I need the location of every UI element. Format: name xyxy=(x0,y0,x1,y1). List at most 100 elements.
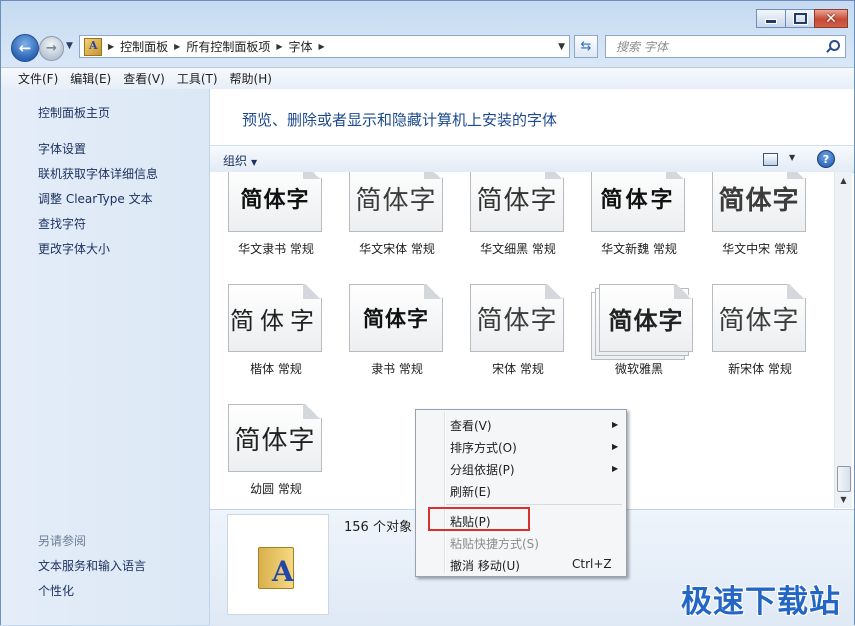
ctx-view[interactable]: 查看(V) xyxy=(450,417,492,434)
search-icon[interactable] xyxy=(825,39,840,54)
font-tile-youyuan[interactable]: 简体字 幼圆 常规 xyxy=(228,404,324,496)
font-sample: 简体字 xyxy=(476,185,558,216)
page-fold xyxy=(666,172,685,179)
font-name: 楷体 常规 xyxy=(250,362,302,376)
task-get-font-info-online[interactable]: 联机获取字体详细信息 xyxy=(38,165,158,182)
menu-edit[interactable]: 编辑(E) xyxy=(64,70,117,87)
help-icon[interactable]: ? xyxy=(817,150,835,168)
breadcrumb-chevron-icon[interactable]: ▶ xyxy=(276,42,282,51)
menu-separator xyxy=(446,504,622,505)
font-name: 华文细黑 常规 xyxy=(480,242,556,256)
task-find-character[interactable]: 查找字符 xyxy=(38,215,86,232)
font-tile-microsoft-yahei[interactable]: 简体字 微软雅黑 xyxy=(591,284,693,376)
address-bar[interactable]: ▶ 控制面板 ▶ 所有控制面板项 ▶ 字体 ▶ ▼ xyxy=(79,35,570,58)
forward-button[interactable]: → xyxy=(39,36,64,61)
scroll-up-icon[interactable]: ▲ xyxy=(835,172,852,189)
font-name: 华文隶书 常规 xyxy=(238,242,314,256)
menu-file[interactable]: 文件(F) xyxy=(12,70,64,87)
scroll-thumb[interactable] xyxy=(837,466,851,492)
change-view-icon[interactable] xyxy=(763,153,778,166)
font-sample: 简体字 xyxy=(363,307,429,331)
page-fold xyxy=(424,172,443,179)
font-sample: 简体字 xyxy=(600,188,676,213)
ctx-sort-by[interactable]: 排序方式(O) xyxy=(450,439,517,456)
page-fold xyxy=(303,172,322,179)
address-dropdown-icon[interactable]: ▼ xyxy=(558,42,565,52)
font-name: 宋体 常规 xyxy=(492,362,544,376)
font-name: 新宋体 常规 xyxy=(728,362,792,376)
page-fold xyxy=(545,172,564,179)
minimize-icon xyxy=(765,19,777,24)
menu-tools[interactable]: 工具(T) xyxy=(171,70,224,87)
ctx-refresh[interactable]: 刷新(E) xyxy=(450,483,491,500)
page-fold xyxy=(545,284,564,299)
minimize-button[interactable] xyxy=(756,9,786,28)
font-preview: 简体字 xyxy=(228,172,322,232)
ctx-group-by[interactable]: 分组依据(P) xyxy=(450,461,515,478)
view-options-dropdown-icon[interactable]: ▼ xyxy=(789,153,795,162)
breadcrumb-control-panel[interactable]: 控制面板 xyxy=(120,38,168,55)
font-sample: 简体字 xyxy=(718,305,800,336)
font-sample: 简体字 xyxy=(230,306,320,335)
breadcrumb-chevron-icon[interactable]: ▶ xyxy=(319,42,325,51)
font-name: 隶书 常规 xyxy=(371,362,423,376)
vertical-scrollbar[interactable]: ▲ ▼ xyxy=(834,172,852,508)
font-tile-stsong[interactable]: 简体字 华文宋体 常规 xyxy=(349,172,445,256)
refresh-button[interactable]: ⇆ xyxy=(574,35,598,58)
menu-bar: 文件(F) 编辑(E) 查看(V) 工具(T) 帮助(H) xyxy=(1,67,854,90)
font-sample: 简体字 xyxy=(234,425,316,456)
see-also-heading: 另请参阅 xyxy=(38,534,87,548)
page-fold xyxy=(424,284,443,299)
task-control-panel-home[interactable]: 控制面板主页 xyxy=(38,104,110,121)
menu-view[interactable]: 查看(V) xyxy=(117,70,171,87)
font-preview: 简体字 xyxy=(470,172,564,232)
command-bar: 组织 ▼ ▼ ? xyxy=(210,145,854,173)
font-tile-kaiti[interactable]: 简体字 楷体 常规 xyxy=(228,284,324,376)
font-name: 微软雅黑 xyxy=(614,362,663,376)
font-tile-songti[interactable]: 简体字 宋体 常规 xyxy=(470,284,566,376)
font-tile-lishu[interactable]: 简体字 隶书 常规 xyxy=(349,284,445,376)
see-also-personalization[interactable]: 个性化 xyxy=(38,582,74,599)
fonts-folder-icon xyxy=(84,37,102,56)
organize-label: 组织 xyxy=(223,154,248,168)
task-change-font-size[interactable]: 更改字体大小 xyxy=(38,240,110,257)
recent-pages-dropdown[interactable]: ▼ xyxy=(66,41,73,51)
paste-highlight-box xyxy=(428,507,530,531)
breadcrumb-chevron-icon[interactable]: ▶ xyxy=(108,42,114,51)
font-tile-stzhongsong[interactable]: 简体字 华文中宋 常规 xyxy=(712,172,808,256)
context-menu: 查看(V) ▶ 排序方式(O) ▶ 分组依据(P) ▶ 刷新(E) 粘贴(P) … xyxy=(415,409,627,577)
task-adjust-cleartype[interactable]: 调整 ClearType 文本 xyxy=(38,190,153,207)
maximize-icon xyxy=(793,13,807,24)
close-button[interactable]: ✕ xyxy=(814,9,848,28)
ctx-paste-shortcut: 粘贴快捷方式(S) xyxy=(450,537,539,551)
back-button[interactable]: ← xyxy=(11,34,39,62)
organize-button[interactable]: 组织 ▼ xyxy=(223,152,257,169)
font-name: 幼圆 常规 xyxy=(250,482,302,496)
object-count: 156 个对象 xyxy=(344,520,412,535)
back-arrow-icon: ← xyxy=(18,39,32,57)
page-title: 预览、删除或者显示和隐藏计算机上安装的字体 xyxy=(242,111,558,129)
see-also-text-services[interactable]: 文本服务和输入语言 xyxy=(38,557,146,574)
font-tile-stxihei[interactable]: 简体字 华文细黑 常规 xyxy=(470,172,566,256)
watermark-logo: 极速下载站 xyxy=(681,584,841,620)
chevron-down-icon: ▼ xyxy=(251,158,258,167)
maximize-button[interactable] xyxy=(785,9,815,28)
task-font-settings[interactable]: 字体设置 xyxy=(38,140,86,157)
ctx-undo-move[interactable]: 撤消 移动(U) xyxy=(450,557,520,574)
search-box xyxy=(605,35,846,58)
close-icon: ✕ xyxy=(825,10,837,27)
breadcrumb-all-items[interactable]: 所有控制面板项 xyxy=(186,38,270,55)
menu-help[interactable]: 帮助(H) xyxy=(224,70,278,87)
font-tile-nsimsun[interactable]: 简体字 新宋体 常规 xyxy=(712,284,808,376)
submenu-arrow-icon: ▶ xyxy=(612,442,619,451)
font-name: 华文新魏 常规 xyxy=(601,242,677,256)
scroll-down-icon[interactable]: ▼ xyxy=(835,491,852,508)
breadcrumb-fonts[interactable]: 字体 xyxy=(289,38,313,55)
font-tile-stxinwei[interactable]: 简体字 华文新魏 常规 xyxy=(591,172,687,256)
font-tile-stxingkai-lishu[interactable]: 简体字 华文隶书 常规 xyxy=(228,172,324,256)
search-input[interactable] xyxy=(614,38,825,55)
breadcrumb-chevron-icon[interactable]: ▶ xyxy=(174,42,180,51)
navigation-bar: ← → ▼ ▶ 控制面板 ▶ 所有控制面板项 ▶ 字体 ▶ ▼ ⇆ xyxy=(1,34,854,62)
explorer-window: ✕ ← → ▼ ▶ 控制面板 ▶ 所有控制面板项 ▶ 字体 ▶ ▼ ⇆ 文件(F… xyxy=(0,0,855,626)
ctx-undo-shortcut: Ctrl+Z xyxy=(572,557,612,571)
